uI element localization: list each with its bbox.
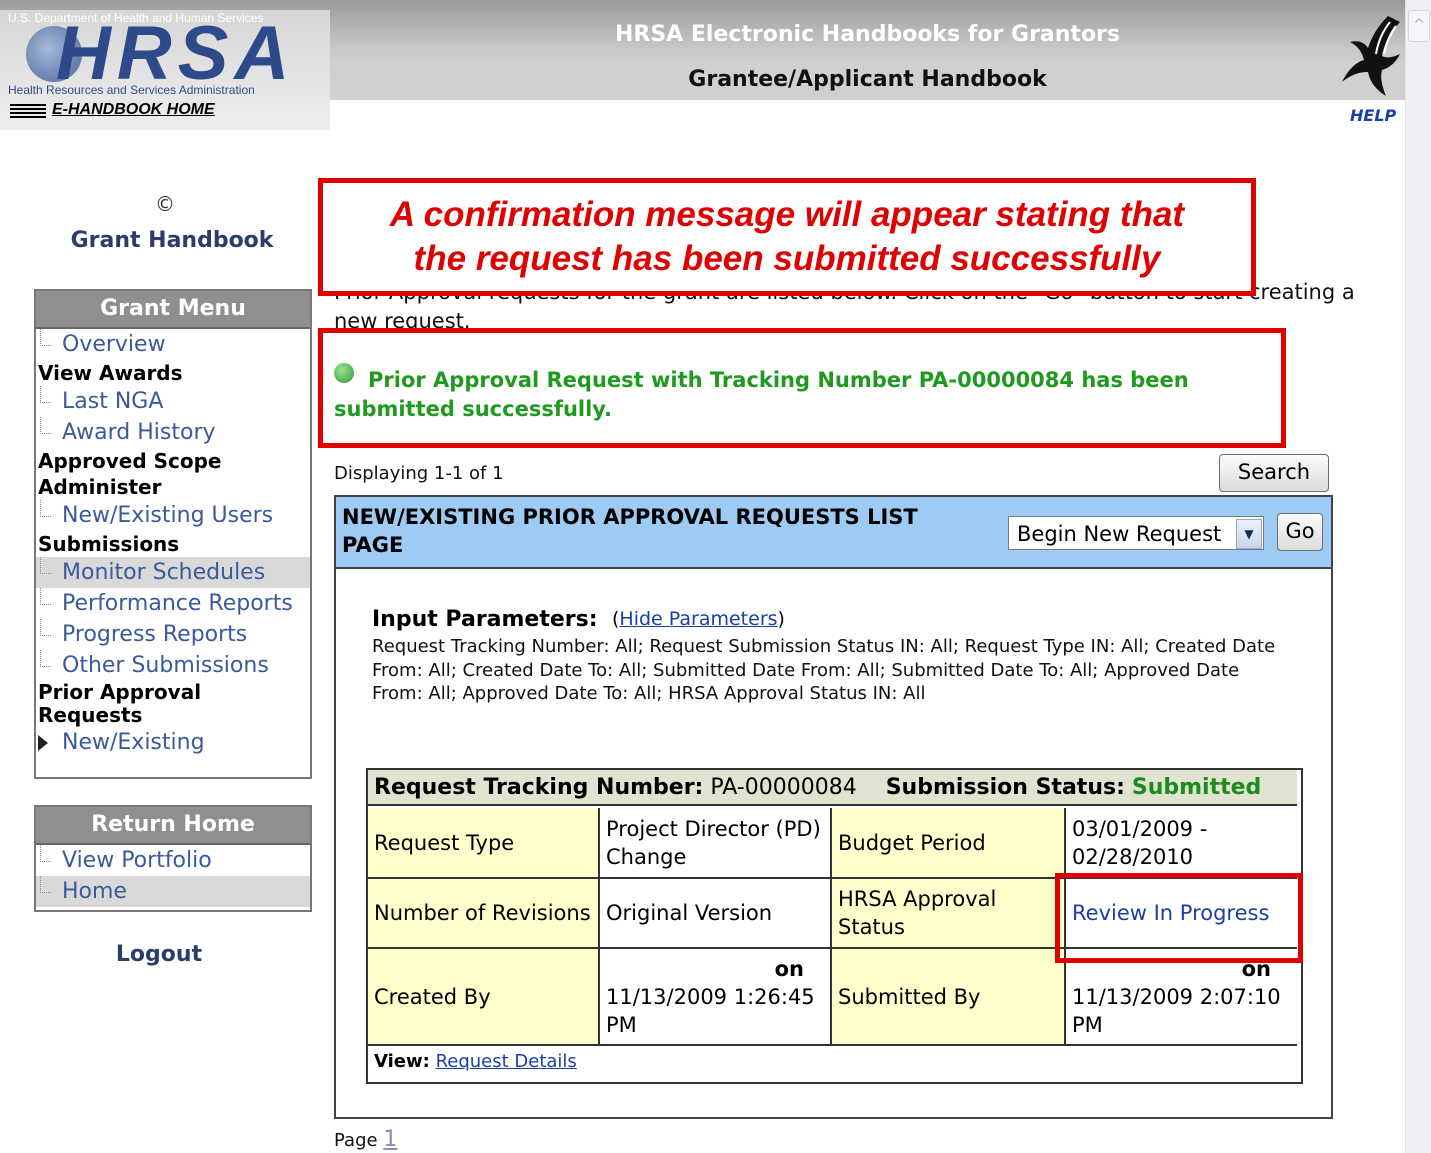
menu-item-new-existing-users[interactable]: New/Existing Users [36,500,310,531]
list-panel-title: NEW/EXISTING PRIOR APPROVAL REQUESTS LIS… [342,505,918,557]
return-home-menu: Return Home View Portfolio Home [34,805,312,912]
grant-menu: Grant Menu Overview View Awards Last NGA… [34,289,312,779]
menu-item-monitor-schedules[interactable]: Monitor Schedules [36,557,310,588]
tracking-number-label: Request Tracking Number: [374,775,704,800]
scroll-up-icon[interactable]: ^ [1408,10,1430,42]
menu-item-home[interactable]: Home [36,876,310,907]
chevron-down-icon[interactable]: ▼ [1236,519,1262,549]
created-by-cell: on 11/13/2009 1:26:45 PM [600,949,832,1046]
go-button[interactable]: Go [1277,513,1323,551]
tracking-number: PA-00000084 [710,775,857,800]
submitted-by-cell: on 11/13/2009 2:07:10 PM [1066,949,1297,1046]
created-datetime: 11/13/2009 1:26:45 PM [606,984,815,1037]
budget-period-label: Budget Period [832,808,1066,879]
success-message: Prior Approval Request with Tracking Num… [334,368,1189,421]
collapse-icon[interactable]: © [155,192,175,216]
created-by-label: Created By [368,949,600,1046]
page-label: Page [334,1130,378,1151]
app-title: HRSA Electronic Handbooks for Grantors [614,22,1120,47]
menu-item-last-nga[interactable]: Last NGA [36,386,310,417]
annotation-highlight-approval [1055,873,1303,963]
menu-header-prior-approval: Prior Approval Requests [38,680,202,727]
menu-item-new-existing-current[interactable]: New/Existing [36,727,310,758]
submission-status-value: Submitted [1131,775,1262,800]
app-subtitle: Grantee/Applicant Handbook [688,67,1047,92]
menu-item-overview[interactable]: Overview [36,329,310,360]
pagination: Page 1 [334,1127,397,1152]
revisions-label: Number of Revisions [368,879,600,949]
search-button[interactable]: Search [1219,454,1329,492]
hhs-eagle-icon [1342,16,1400,96]
menu-item-performance-reports[interactable]: Performance Reports [36,588,310,619]
request-details-link[interactable]: Request Details [436,1051,577,1072]
lines-icon [10,104,46,118]
hide-parameters-link[interactable]: Hide Parameters [619,608,777,630]
input-parameters-text: Request Tracking Number: All; Request Su… [372,636,1276,704]
menu-item-award-history[interactable]: Award History [36,417,310,448]
callout-line-1: A confirmation message will appear stati… [389,195,1185,234]
grant-menu-heading: Grant Menu [36,291,310,329]
check-icon [334,363,354,383]
created-on-label: on [774,956,804,981]
view-row: View: Request Details [368,1046,1297,1078]
annotation-callout: A confirmation message will appear stati… [318,178,1256,296]
request-table-header: Request Tracking Number: PA-00000084 Sub… [368,770,1297,806]
menu-item-view-portfolio[interactable]: View Portfolio [36,845,310,876]
return-home-heading: Return Home [36,807,310,845]
submitted-datetime: 11/13/2009 2:07:10 PM [1072,984,1281,1037]
hrsa-logo: HRSA [56,11,296,96]
agency-name: Health Resources and Services Administra… [8,83,255,97]
menu-header-approved-scope: Approved Scope [38,449,222,473]
logout-link[interactable]: Logout [34,942,284,967]
revisions-value: Original Version [600,879,832,949]
view-label: View: [374,1051,430,1072]
callout-line-2: the request has been submitted successfu… [413,239,1161,278]
menu-item-other-submissions[interactable]: Other Submissions [36,650,310,681]
input-parameters-label: Input Parameters: [372,607,598,632]
approval-status-label: HRSA Approval Status [832,879,1066,949]
menu-header-view-awards: View Awards [38,361,183,385]
menu-header-administer: Administer [38,475,162,499]
budget-period-value: 03/01/2009 - 02/28/2010 [1066,808,1297,879]
request-type-value: Project Director (PD) Change [600,808,832,879]
hide-parameters-wrapper: (Hide Parameters) [612,608,785,630]
submission-status-label: Submission Status: [885,775,1125,800]
result-count: Displaying 1-1 of 1 [334,463,504,484]
page-1-link[interactable]: 1 [383,1127,397,1152]
submitted-by-label: Submitted By [832,949,1066,1046]
new-request-select[interactable]: Begin New Request [1008,516,1264,550]
menu-header-submissions: Submissions [38,532,180,556]
ehandbook-home-link[interactable]: E-HANDBOOK HOME [52,101,215,119]
help-link[interactable]: HELP [1350,106,1396,125]
menu-item-progress-reports[interactable]: Progress Reports [36,619,310,650]
grant-handbook-title: Grant Handbook [70,228,274,253]
request-type-label: Request Type [368,808,600,879]
vertical-scrollbar[interactable] [1405,0,1431,1153]
